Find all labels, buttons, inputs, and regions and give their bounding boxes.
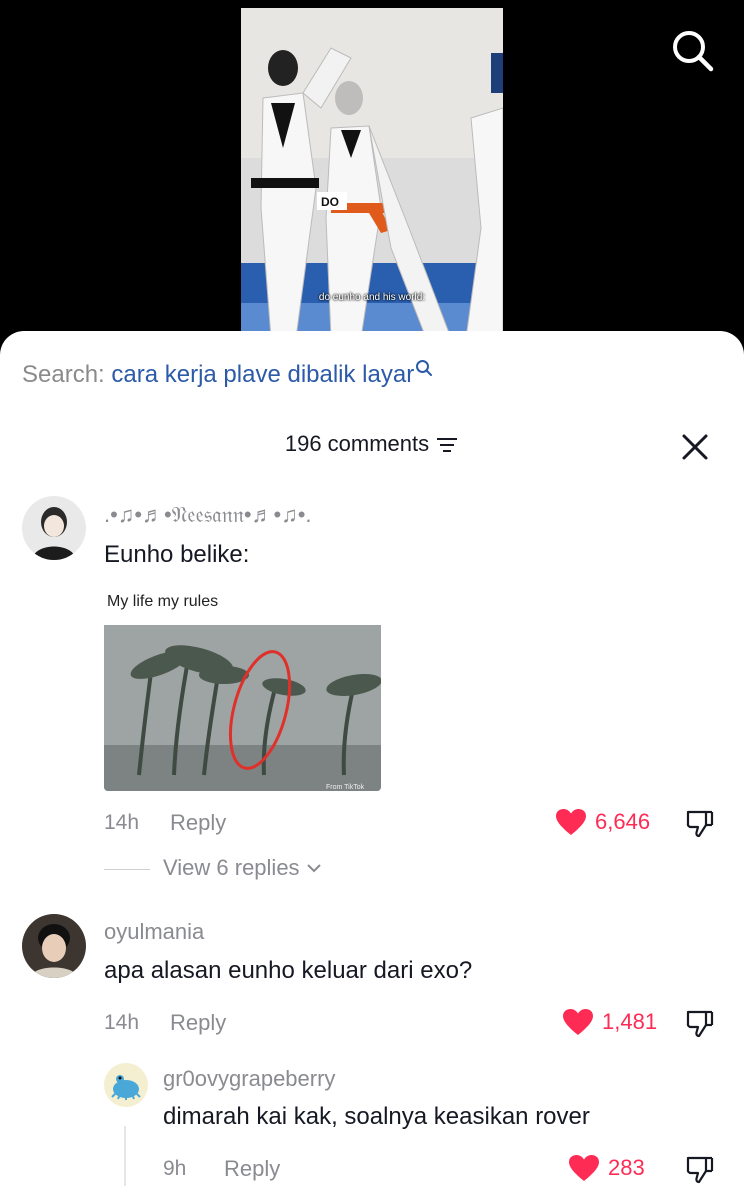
video-caption: do eunho and his world: [318,292,426,303]
image-caption: My life my rules [107,593,219,610]
avatar[interactable] [104,1063,148,1107]
like-count: 6,646 [595,809,651,834]
video-frame: DO do eunho and his world: [241,8,503,334]
dislike-icon [686,1156,714,1184]
search-query-link[interactable]: cara kerja plave dibalik layar [111,361,414,388]
comment-text: apa alasan eunho keluar dari exo? [104,957,473,984]
dislike-button[interactable] [684,1154,716,1186]
storm-palm-trees-image: From TikTok [104,625,381,791]
search-prefix: Search: [22,361,105,388]
search-icon [673,31,714,72]
comments-header: 196 comments [0,431,744,463]
reply-time: 9h [163,1157,187,1180]
search-suggestion[interactable]: Search: cara kerja plave dibalik layar [22,360,433,389]
comments-count: 196 comments [284,431,430,456]
close-icon [682,434,708,460]
comment-time: 14h [104,811,140,834]
search-button[interactable] [668,26,718,76]
comment-username[interactable]: .•♫•♬•𝔑𝔢𝔢𝔰𝔞𝔫𝔫•♬•♫•. [104,502,312,528]
heart-icon [563,1009,593,1035]
avatar[interactable] [22,496,86,560]
avatar[interactable] [22,914,86,978]
dislike-button[interactable] [684,1008,716,1040]
like-button[interactable]: 283 [568,1154,645,1182]
view-replies-label: View 6 replies [163,855,300,880]
comment-text: Eunho belike: [104,541,250,568]
reply-username[interactable]: gr0ovygrapeberry [163,1066,335,1092]
comment-username[interactable]: oyulmania [104,919,204,945]
like-count: 283 [608,1155,645,1180]
like-count: 1,481 [602,1009,658,1034]
reply-button[interactable]: Reply [170,810,226,836]
heart-icon [556,809,586,835]
view-replies-button[interactable]: View 6 replies [163,855,322,881]
comment-time: 14h [104,1011,140,1034]
comments-sheet: Search: cara kerja plave dibalik layar 1… [0,331,744,1200]
close-button[interactable] [680,432,710,462]
filter-icon[interactable] [435,435,459,455]
reply-button[interactable]: Reply [170,1010,226,1036]
thread-line [124,1126,126,1186]
like-button[interactable]: 1,481 [562,1008,657,1036]
chevron-down-icon [306,863,321,873]
like-button[interactable]: 6,646 [555,808,650,836]
reply-button[interactable]: Reply [224,1156,280,1182]
dislike-button[interactable] [684,808,716,840]
reply-text: dimarah kai kak, soalnya keasikan rover [163,1103,590,1130]
image-watermark: From TikTok [326,784,365,791]
video-player[interactable]: DO do eunho and his world: [0,0,744,345]
heart-icon [569,1155,599,1181]
dislike-icon [686,810,714,838]
video-badge: DO [321,195,339,209]
search-icon [416,360,433,376]
dislike-icon [686,1010,714,1038]
divider [104,869,150,870]
comment-image[interactable]: My life my rules From TikTok [104,583,381,791]
